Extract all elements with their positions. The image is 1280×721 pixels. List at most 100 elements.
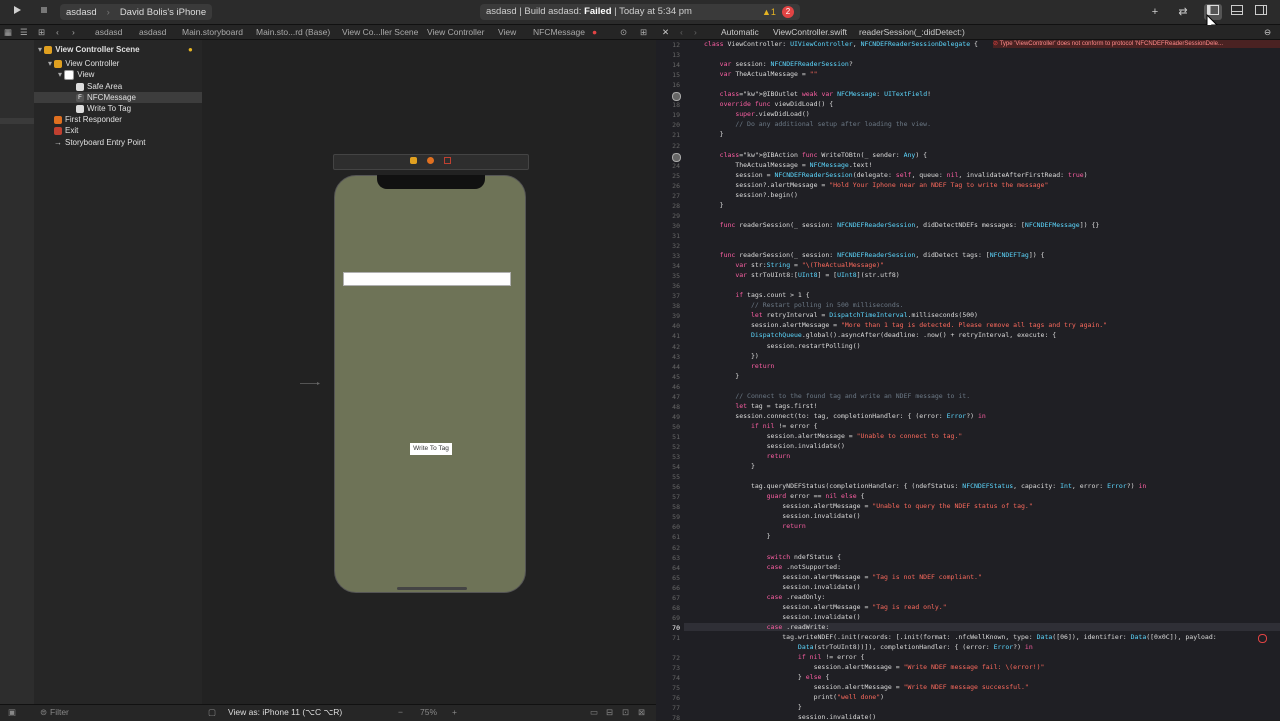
toggle-outline-icon[interactable]: ▢ — [208, 707, 216, 718]
align-icon[interactable]: ⊟ — [606, 707, 613, 718]
code-line[interactable]: return — [704, 522, 805, 530]
line-number[interactable]: 52 — [656, 443, 680, 451]
code-line[interactable]: } — [704, 201, 724, 209]
line-number[interactable]: 74 — [656, 674, 680, 682]
line-number[interactable]: 15 — [656, 71, 680, 79]
line-number[interactable]: 60 — [656, 523, 680, 531]
code-line[interactable]: session?.begin() — [704, 191, 798, 199]
line-number[interactable]: 32 — [656, 242, 680, 250]
line-number[interactable]: 18 — [656, 101, 680, 109]
code-line[interactable]: return — [704, 452, 790, 460]
code-line[interactable]: session.invalidate() — [704, 442, 845, 450]
line-number[interactable]: 63 — [656, 554, 680, 562]
line-number[interactable]: 66 — [656, 584, 680, 592]
code-line[interactable]: if nil != error { — [704, 653, 865, 661]
stop-button[interactable] — [35, 4, 53, 20]
code-line[interactable]: session.invalidate() — [704, 613, 860, 621]
scene-warning-icon[interactable]: ● — [188, 44, 193, 55]
line-number[interactable]: 13 — [656, 51, 680, 59]
editor-forward-icon[interactable]: › — [694, 27, 697, 37]
line-number[interactable]: 27 — [656, 192, 680, 200]
breadcrumb-nfcmessage[interactable]: NFCMessage — [533, 27, 585, 37]
breadcrumb-swift-file[interactable]: ViewController.swift — [773, 27, 847, 37]
connection-circle-icon[interactable] — [672, 152, 681, 162]
code-line[interactable]: class="kw">@IBOutlet weak var NFCMessage… — [704, 90, 931, 98]
dock-first-responder-icon[interactable] — [427, 157, 434, 164]
code-line[interactable]: var TheActualMessage = "" — [704, 70, 818, 78]
line-number[interactable]: 49 — [656, 413, 680, 421]
nfc-message-textfield[interactable] — [343, 272, 511, 286]
breadcrumb-view-controller[interactable]: View Controller — [427, 27, 484, 37]
line-number[interactable]: 54 — [656, 463, 680, 471]
breadcrumb-automatic[interactable]: Automatic — [721, 27, 759, 37]
line-number[interactable]: 24 — [656, 162, 680, 170]
code-line[interactable]: session.alertMessage = "Unable to connec… — [704, 432, 963, 440]
outline-row-view[interactable]: ▾ View — [34, 69, 226, 80]
code-line[interactable]: if tags.count > 1 { — [704, 291, 809, 299]
run-button[interactable] — [8, 4, 26, 20]
related-items-icon[interactable]: ▦ — [4, 27, 12, 38]
line-number[interactable]: 28 — [656, 202, 680, 210]
line-number[interactable]: 16 — [656, 81, 680, 89]
line-number[interactable]: 50 — [656, 423, 680, 431]
outline-row-scene[interactable]: ▾ View Controller Scene ● — [34, 44, 206, 55]
breadcrumb-storyboard[interactable]: Main.storyboard — [182, 27, 243, 37]
link-icon[interactable]: ⊙ — [620, 27, 627, 38]
line-number[interactable]: 65 — [656, 574, 680, 582]
code-line[interactable]: guard error == nil else { — [704, 492, 865, 500]
line-number[interactable]: 57 — [656, 493, 680, 501]
dock-view-controller-icon[interactable] — [410, 157, 417, 164]
code-line[interactable]: } — [704, 372, 739, 380]
zoom-out-icon[interactable]: − — [398, 707, 403, 717]
line-number[interactable]: 37 — [656, 292, 680, 300]
write-to-tag-button[interactable]: Write To Tag — [410, 443, 452, 455]
line-number[interactable]: 48 — [656, 403, 680, 411]
code-review-button[interactable]: ⇄ — [1174, 4, 1192, 20]
line-number[interactable]: 29 — [656, 212, 680, 220]
line-number[interactable]: 26 — [656, 182, 680, 190]
line-number[interactable]: 41 — [656, 332, 680, 340]
code-line[interactable]: session.restartPolling() — [704, 342, 861, 350]
forward-icon[interactable]: › — [72, 27, 75, 37]
line-number[interactable]: 35 — [656, 272, 680, 280]
code-line[interactable]: Data(strToUInt8))]), completionHandler: … — [704, 643, 1033, 651]
line-number[interactable]: 46 — [656, 383, 680, 391]
line-number[interactable]: 22 — [656, 142, 680, 150]
code-line[interactable]: override func viewDidLoad() { — [704, 100, 834, 108]
line-number[interactable]: 39 — [656, 312, 680, 320]
code-line[interactable]: session.invalidate() — [704, 583, 860, 591]
line-error-icon[interactable] — [1258, 633, 1267, 643]
code-line[interactable]: class="kw">@IBAction func WriteTOBtn(_ s… — [704, 151, 927, 159]
code-line[interactable]: let retryInterval = DispatchTimeInterval… — [704, 311, 978, 319]
line-number[interactable]: 33 — [656, 252, 680, 260]
line-number[interactable]: 75 — [656, 684, 680, 692]
hide-outline-icon[interactable]: ▣ — [8, 707, 16, 718]
code-line[interactable]: print("well done") — [704, 693, 884, 701]
code-line[interactable]: } — [704, 703, 802, 711]
code-line[interactable]: func readerSession(_ session: NFCNDEFRea… — [704, 251, 1045, 259]
code-line[interactable]: session = NFCNDEFReaderSession(delegate:… — [704, 171, 1087, 179]
line-number[interactable]: 78 — [656, 714, 680, 720]
line-number[interactable]: 53 — [656, 453, 680, 461]
code-line[interactable]: tag.writeNDEF(.init(records: [.init(form… — [704, 633, 1216, 641]
outline-row-exit[interactable]: Exit — [34, 125, 222, 136]
issue-error-icon[interactable]: ● — [592, 27, 597, 37]
adjust-editor-icon[interactable]: ⊖ — [1264, 27, 1271, 38]
connection-circle-icon[interactable] — [672, 92, 681, 102]
line-number[interactable]: 70 — [656, 624, 680, 632]
breadcrumb-view[interactable]: View — [498, 27, 516, 37]
code-line[interactable]: }) — [704, 352, 759, 360]
line-number[interactable]: 20 — [656, 121, 680, 129]
code-line[interactable]: session.alertMessage = "Tag is not NDEF … — [704, 573, 982, 581]
code-line[interactable]: case .readOnly: — [704, 593, 826, 601]
code-line[interactable]: // Do any additional setup after loading… — [704, 120, 931, 128]
code-line[interactable]: session?.alertMessage = "Hold Your Iphon… — [704, 181, 1048, 189]
breadcrumb-method[interactable]: readerSession(_:didDetect:) — [859, 27, 965, 37]
code-line[interactable]: // Connect to the found tag and write an… — [704, 392, 970, 400]
toggle-debug-area-button[interactable] — [1228, 4, 1246, 20]
code-line[interactable]: super.viewDidLoad() — [704, 110, 809, 118]
code-line[interactable]: session.invalidate() — [704, 512, 860, 520]
code-line[interactable]: } — [704, 462, 755, 470]
view-as-device[interactable]: View as: iPhone 11 (⌥C ⌥R) — [228, 707, 342, 718]
code-line[interactable]: session.alertMessage = "Write NDEF messa… — [704, 663, 1045, 671]
